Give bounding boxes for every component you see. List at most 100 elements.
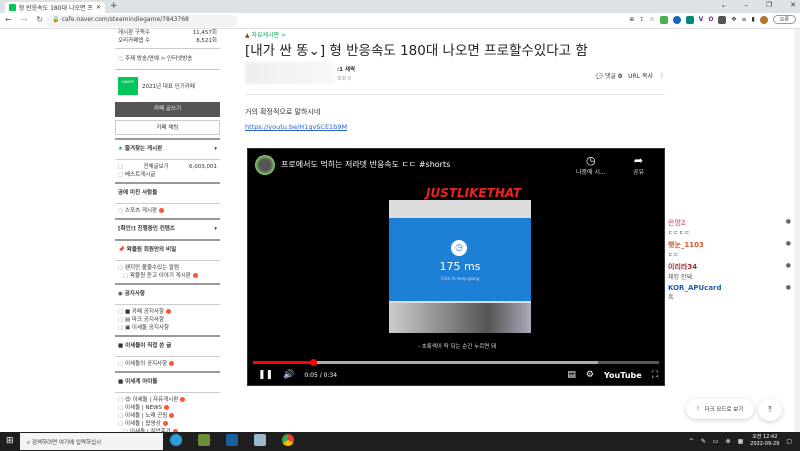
scroll-top-button[interactable]: ⤒ — [758, 399, 782, 421]
tab-search-icon[interactable]: ⌄ — [720, 1, 726, 9]
board-item[interactable]: ■ 카페 공지사항 — [115, 308, 220, 316]
write-post-button[interactable]: 카페 글쓰기 — [115, 102, 220, 117]
stat-value: 8,521회 — [196, 38, 217, 44]
youtube-player[interactable]: 프로에서도 먹히는 저라뎃 반응속도 ㄷㄷ #shorts ◷ 나중에 시... … — [247, 148, 665, 386]
stat-row: 오리카페앱 수 8,521회 — [115, 37, 220, 45]
tray-app-icon[interactable]: ✎ — [701, 438, 706, 445]
youtube-logo[interactable]: YouTube — [604, 371, 642, 380]
cafe-chat-button[interactable]: 카페 채팅 — [115, 120, 220, 135]
reaction-subtext: Click to keep going — [440, 276, 480, 281]
board-item[interactable]: 이세돌 | 노래 곤팅 — [115, 412, 220, 420]
subtitles-icon[interactable]: ▤ — [567, 370, 576, 380]
naver-award-badge: NAVER — [118, 77, 138, 95]
tray-expand-icon[interactable]: ^ — [689, 438, 694, 445]
favorites-header[interactable]: ★ 즐겨찾는 게시판 ▾ — [115, 143, 220, 156]
browser-tab[interactable]: 형 반응속도 180대 나오면 프 ✕ — [5, 2, 105, 13]
board-item[interactable]: 왁물원 듣고 이야기 게시판 — [115, 272, 220, 280]
comments-link[interactable]: 💬 댓글 0 — [596, 71, 623, 80]
profile-avatar[interactable] — [759, 15, 768, 24]
reading-list-icon[interactable]: ≡ — [741, 16, 746, 23]
board-item[interactable]: 이세돌의 공지사항 — [115, 360, 220, 368]
minimize-button[interactable]: – — [744, 1, 748, 9]
clock[interactable]: 오전 12:42 2022-09-29 — [750, 434, 779, 448]
keyboard-icon[interactable]: ▭ — [713, 438, 719, 445]
side-panel-icon[interactable]: ▮ — [751, 16, 754, 23]
board-item[interactable]: 스포츠 게시판 — [115, 207, 220, 215]
notification-icon[interactable]: ▢ — [786, 438, 792, 445]
o-extension-icon[interactable]: O — [708, 16, 713, 23]
new-badge-icon — [169, 413, 175, 418]
chat-text: ㄷㄷ — [668, 252, 680, 259]
new-tab-button[interactable]: + — [110, 1, 118, 11]
edge-icon[interactable] — [170, 434, 182, 446]
forward-icon[interactable]: → — [21, 15, 28, 24]
share-icon[interactable]: ⇪ — [639, 16, 644, 23]
author-info-blurred[interactable] — [245, 62, 335, 84]
globe-icon: ◉ — [118, 291, 123, 297]
chat-username[interactable]: 이리라34 — [668, 262, 793, 272]
address-bar-row: ← → ↻ 🔒 cafe.naver.com/steamindiegame/7843… — [0, 13, 800, 29]
tab-close-icon[interactable]: ✕ — [96, 4, 101, 11]
player-controls-right: ▤ ⚙ YouTube ⛶ — [567, 370, 658, 380]
zoom-icon[interactable]: ⊕ — [629, 16, 634, 23]
board-best-posts[interactable]: 베스트게시글 — [115, 171, 220, 179]
tray-status-icon[interactable]: ⊗ — [726, 438, 731, 445]
video-title[interactable]: 프로에서도 먹히는 저라뎃 반응속도 ㄷㄷ #shorts — [281, 159, 450, 170]
volume-icon[interactable]: 🔊 — [283, 370, 294, 380]
board-link[interactable]: ▲ 자유게시판 > — [245, 30, 286, 39]
video-frame: ◷ 175 ms Click to keep going — [389, 200, 531, 333]
restore-button[interactable]: ❐ — [766, 1, 772, 9]
extensions-bar: ⊕ ⇪ ☆ V O ✥ ≡ ▮ 오류 — [629, 15, 796, 24]
board-item[interactable]: 😍 이세돌 | 자유게시판 — [115, 396, 220, 404]
back-icon[interactable]: ← — [5, 15, 12, 24]
v-extension-icon[interactable]: V — [699, 16, 704, 23]
extension-icon[interactable] — [685, 15, 694, 24]
chat-text: ㄷㄷㄷㄷ — [668, 230, 691, 237]
board-item[interactable]: 이세돌 | NEWS — [115, 404, 220, 412]
scrubber-handle[interactable] — [309, 359, 317, 366]
board-label: 이세돌 | NEWS — [124, 405, 163, 411]
new-badge-icon — [164, 405, 170, 410]
fullscreen-icon[interactable]: ⛶ — [652, 370, 658, 380]
windows-start-icon[interactable]: ⊞ — [6, 436, 14, 446]
settings-gear-icon[interactable]: ⚙ — [586, 370, 594, 380]
taskbar-search[interactable]: ⌕ 검색하려면 여기에 입력하십시 — [20, 433, 163, 450]
chat-message: KOR_APUcard 흑 ● — [668, 284, 793, 301]
reload-icon[interactable]: ↻ — [36, 15, 43, 24]
board-item[interactable]: ▣ 이세돌 공지사항 — [115, 324, 220, 332]
page-scrollbar[interactable] — [794, 29, 800, 432]
section-header[interactable]: [확인!] 진행중인 컨텐츠 ▾ — [115, 223, 220, 236]
pause-icon[interactable]: ❚❚ — [258, 370, 273, 380]
time-display: 0:05 / 0:34 — [304, 371, 338, 379]
chat-username[interactable]: 햇눈_1103 — [668, 240, 793, 250]
chat-username[interactable]: KOR_APUcard — [668, 284, 793, 292]
youtube-link[interactable]: https://youtu.be/H1gvSCE1b9M — [245, 123, 347, 131]
minecraft-icon[interactable] — [198, 434, 210, 446]
board-item[interactable]: 이세돌 | 팝영상 — [115, 420, 220, 428]
board-item[interactable]: ▤ 마크 공지사항 — [115, 316, 220, 324]
url-input[interactable]: 🔒 cafe.naver.com/steamindiegame/7843768 — [46, 15, 238, 27]
board-item[interactable]: 왠지만 볼줄수있는 칼럼 — [115, 264, 220, 272]
ime-icon[interactable]: ▦ — [738, 438, 744, 445]
chrome-icon[interactable] — [282, 434, 294, 446]
watch-later-button[interactable]: ◷ 나중에 시... — [576, 154, 606, 176]
close-window-button[interactable]: ✕ — [790, 1, 796, 9]
extension-icon[interactable] — [659, 15, 668, 24]
progress-bar[interactable] — [253, 359, 659, 366]
extension-icon[interactable] — [718, 15, 727, 24]
channel-avatar[interactable] — [255, 155, 275, 175]
cafe-topic[interactable]: 주제 방송/연예 > 인터넷방송 — [115, 52, 220, 66]
more-icon[interactable]: ⋮ — [659, 72, 665, 79]
extension-icon[interactable] — [672, 15, 681, 24]
v-app-icon[interactable] — [226, 434, 238, 446]
bookmark-star-icon[interactable]: ☆ — [649, 16, 654, 23]
author-level: :1 새싹 — [337, 67, 356, 73]
url-copy-button[interactable]: URL 복사 — [628, 71, 653, 80]
board-all-posts[interactable]: 전체글보기 6,003,001 — [115, 163, 220, 171]
extensions-puzzle-icon[interactable]: ✥ — [731, 16, 736, 23]
app-icon[interactable] — [254, 434, 266, 446]
chat-username[interactable]: 은명2 — [668, 218, 793, 228]
share-button[interactable]: ➦ 공유 — [633, 154, 644, 176]
dark-mode-button[interactable]: ☾ 다크 모드로 보기 — [686, 399, 754, 419]
profile-button[interactable]: 오류 — [772, 15, 796, 24]
